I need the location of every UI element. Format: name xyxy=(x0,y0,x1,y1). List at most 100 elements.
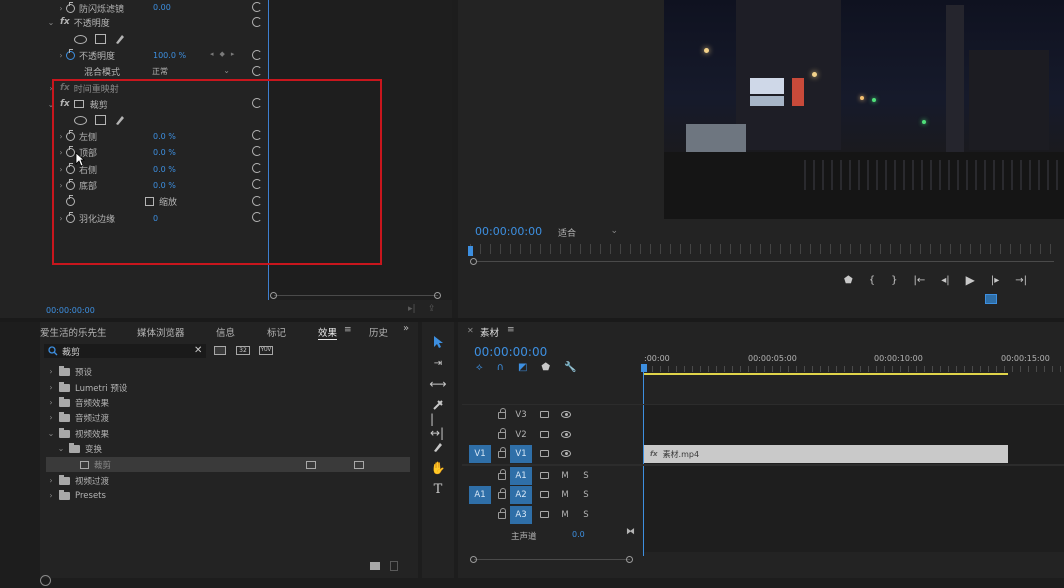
step-back-icon[interactable]: ◂| xyxy=(941,275,949,286)
video-clip[interactable]: fx 素材.mp4 xyxy=(644,445,1008,463)
snap-icon[interactable]: ∩ xyxy=(497,362,504,373)
track-a3[interactable]: A3 xyxy=(510,506,532,524)
settings-wrench-icon[interactable]: 🔧 xyxy=(564,362,576,373)
sync-icon[interactable] xyxy=(540,450,549,457)
program-scroll[interactable] xyxy=(476,261,1054,262)
add-marker-icon[interactable]: ⬟ xyxy=(541,362,550,373)
scroll-handle-right[interactable] xyxy=(434,292,441,299)
scroll-handle-left[interactable] xyxy=(470,258,477,265)
mute-button[interactable]: M xyxy=(558,486,572,504)
prev-keyframe-icon[interactable]: ◂ xyxy=(210,50,214,58)
timeline-scroll[interactable] xyxy=(474,559,630,560)
timeline-playhead-handle[interactable] xyxy=(641,364,647,372)
scroll-handle-left[interactable] xyxy=(470,556,477,563)
expand-arrow[interactable]: › xyxy=(46,383,56,392)
next-keyframe-icon[interactable]: ▸ xyxy=(231,50,235,58)
row-opacity-group[interactable]: ⌄ fx 不透明度 xyxy=(46,14,266,30)
mark-in-icon[interactable]: { xyxy=(869,275,875,286)
work-area-bar[interactable] xyxy=(644,373,1008,375)
solo-button[interactable]: S xyxy=(580,506,592,524)
32bit-effects-icon[interactable]: 32 xyxy=(236,346,250,355)
track-v1[interactable]: V1 xyxy=(510,445,532,463)
timeline-tab[interactable]: 素材 xyxy=(480,325,499,339)
export-icon[interactable]: ⇪ xyxy=(428,304,436,314)
close-tab-icon[interactable]: ✕ xyxy=(467,326,474,335)
tree-item-audio-transitions[interactable]: › 音频过渡 xyxy=(46,410,410,425)
tree-item-custom-presets[interactable]: › Presets xyxy=(46,488,410,503)
lock-icon[interactable] xyxy=(498,508,506,519)
reset-icon[interactable] xyxy=(252,66,262,76)
program-playhead[interactable] xyxy=(468,246,473,256)
search-input[interactable]: 裁剪 xyxy=(62,345,80,358)
panel-menu-icon[interactable]: ≡ xyxy=(344,325,352,335)
reset-icon[interactable] xyxy=(252,17,262,27)
tree-item-video-transitions[interactable]: › 视频过渡 xyxy=(46,473,410,488)
lock-icon[interactable] xyxy=(498,469,506,480)
razor-tool-icon[interactable] xyxy=(430,397,446,413)
lock-icon[interactable] xyxy=(498,488,506,499)
effect-controls-timecode[interactable]: 00:00:00:00 xyxy=(46,306,95,315)
blend-mode-dropdown[interactable]: 正常 ⌄ xyxy=(152,66,230,77)
mark-out-icon[interactable]: } xyxy=(891,275,897,286)
hand-tool-icon[interactable]: ✋ xyxy=(430,460,446,476)
program-timecode[interactable]: 00:00:00:00 xyxy=(475,225,542,238)
master-volume-value[interactable]: 0.0 xyxy=(572,530,585,539)
tree-item-video-effects[interactable]: ⌄ 视频效果 xyxy=(46,426,410,441)
scroll-handle-right[interactable] xyxy=(626,556,633,563)
go-to-out-icon[interactable]: →| xyxy=(1015,275,1027,286)
search-field[interactable]: 裁剪 xyxy=(44,344,206,358)
yuv-effects-icon[interactable]: YUV xyxy=(259,346,273,355)
sync-icon[interactable] xyxy=(540,431,549,438)
timeline-menu-icon[interactable]: ≡ xyxy=(507,325,515,335)
fit-dropdown[interactable]: 适合 ⌄ xyxy=(558,226,618,239)
clear-search-icon[interactable]: ✕ xyxy=(194,345,202,356)
expand-arrow[interactable]: › xyxy=(46,367,56,376)
expand-arrow[interactable]: › xyxy=(46,476,56,485)
scroll-handle-left[interactable] xyxy=(270,292,277,299)
compare-view-icon[interactable] xyxy=(985,294,997,304)
ellipse-mask-icon[interactable] xyxy=(74,34,87,44)
tree-item-presets[interactable]: › 预设 xyxy=(46,364,410,379)
track-a1[interactable]: A1 xyxy=(510,467,532,485)
sync-icon[interactable] xyxy=(540,511,549,518)
expand-arrow[interactable]: › xyxy=(56,51,66,60)
eye-icon[interactable] xyxy=(561,411,571,418)
filter-icon[interactable]: ▸| xyxy=(408,304,416,314)
track-select-tool-icon[interactable]: ⇥ xyxy=(430,355,446,371)
linked-selection-icon[interactable]: ◩ xyxy=(518,362,527,373)
add-keyframe-icon[interactable]: ◆ xyxy=(220,50,225,58)
anti-flicker-value[interactable]: 0.00 xyxy=(153,3,171,12)
eye-icon[interactable] xyxy=(561,450,571,457)
tab-project[interactable]: 爱生活的乐先生 xyxy=(40,325,107,339)
pen-tool-icon[interactable] xyxy=(430,439,446,455)
ripple-edit-tool-icon[interactable]: ⟷ xyxy=(429,376,446,392)
reset-icon[interactable] xyxy=(252,2,262,12)
timeline-timecode[interactable]: 00:00:00:00 xyxy=(474,345,547,359)
add-marker-icon[interactable]: ⬟ xyxy=(844,275,853,286)
video-preview[interactable] xyxy=(664,0,1064,219)
step-forward-icon[interactable]: |▸ xyxy=(991,275,999,286)
tab-info[interactable]: 信息 xyxy=(216,325,235,339)
lock-icon[interactable] xyxy=(498,428,506,439)
expand-arrow[interactable]: › xyxy=(56,4,66,13)
rectangle-mask-icon[interactable] xyxy=(95,34,106,44)
reset-icon[interactable] xyxy=(252,50,262,60)
tab-media-browser[interactable]: 媒体浏览器 xyxy=(137,325,185,339)
stopwatch-icon[interactable] xyxy=(66,1,75,13)
type-tool-icon[interactable]: T xyxy=(430,481,446,497)
tab-effects[interactable]: 效果 xyxy=(318,325,338,340)
nest-icon[interactable]: ⟡ xyxy=(476,362,483,373)
stopwatch-icon[interactable] xyxy=(66,48,75,60)
eye-icon[interactable] xyxy=(561,431,571,438)
mute-button[interactable]: M xyxy=(558,506,572,524)
go-to-in-icon[interactable]: |← xyxy=(913,275,925,286)
more-tabs-icon[interactable]: » xyxy=(403,323,409,334)
tab-history[interactable]: 历史 xyxy=(369,325,388,339)
master-end-icon[interactable]: ⧓ xyxy=(626,527,635,537)
tree-item-audio-effects[interactable]: › 音频效果 xyxy=(46,395,410,410)
source-patch-v1[interactable]: V1 xyxy=(469,445,491,463)
tree-item-transform[interactable]: ⌄ 变换 xyxy=(46,441,410,456)
play-icon[interactable]: ▶ xyxy=(966,273,975,287)
solo-button[interactable]: S xyxy=(580,486,592,504)
opacity-value[interactable]: 100.0 % xyxy=(153,51,186,60)
